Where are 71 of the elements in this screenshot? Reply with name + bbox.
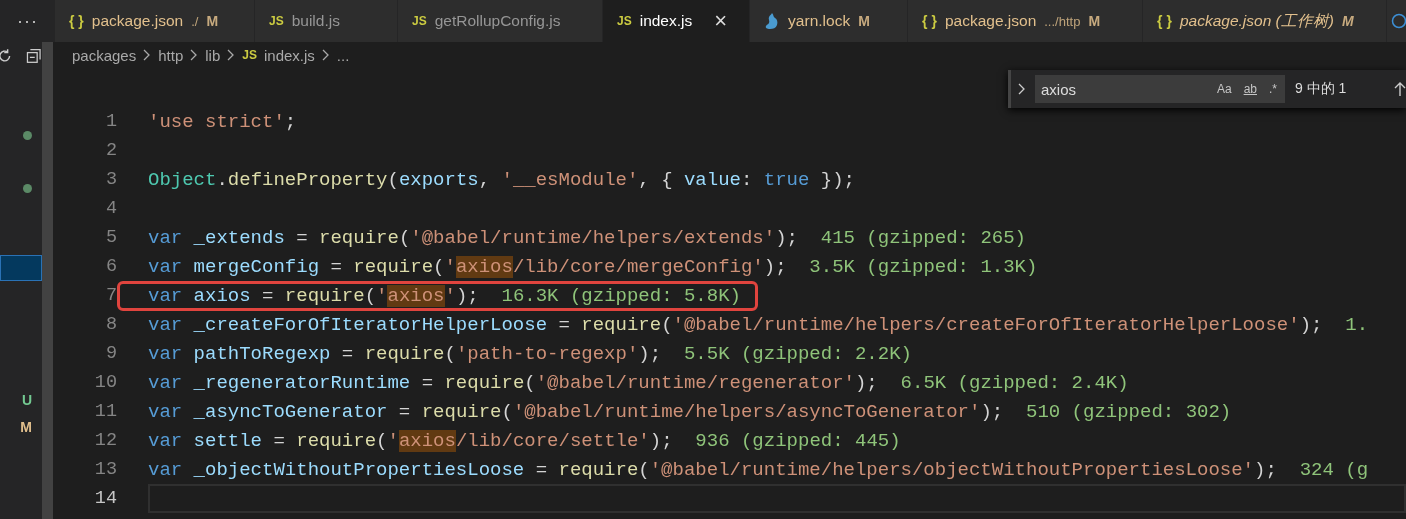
modified-letter: M: [1088, 13, 1101, 29]
code-line: var settle = require('axios/lib/core/settle'); 936 (gzipped: 445): [148, 429, 901, 452]
breadcrumb-item[interactable]: packages: [72, 46, 137, 64]
file-type-icon: { }: [1157, 13, 1172, 29]
tab-label: package.json: [91, 12, 184, 30]
file-type-icon: JS: [412, 14, 427, 28]
breadcrumb-item[interactable]: ...: [336, 46, 350, 64]
tab-label: package.json (工作树): [1179, 10, 1334, 31]
line-number: 4: [104, 198, 117, 219]
tab-label: package.json: [944, 12, 1037, 30]
editor-tab[interactable]: { } package.json .../http M: [908, 0, 1144, 42]
tab-label: yarn.lock: [788, 12, 851, 30]
arrow-up-icon[interactable]: [1394, 81, 1406, 97]
collapse-all-icon[interactable]: [26, 47, 42, 64]
find-option-toggle[interactable]: Aa: [1214, 81, 1234, 97]
code-line: 'use strict';: [148, 110, 297, 133]
modified-letter: M: [206, 13, 219, 29]
code-line: var pathToRegexp = require('path-to-regexp'); 5.5K (gzipped: 2.2K): [148, 342, 912, 365]
file-type-icon: { }: [69, 13, 84, 29]
code-line: var _extends = require('@babel/runtime/helpers/extends'); 415 (gzipped: 265): [148, 226, 1026, 249]
code-line: var _objectWithoutPropertiesLoose = require('@babel/runtime/helpers/objectWithoutPropertiesLoose'); 324 (g: [148, 458, 1369, 481]
git-status-letter: U: [21, 392, 32, 409]
line-number: 1: [104, 111, 117, 132]
modified-letter: M: [1341, 13, 1354, 29]
find-option-toggle[interactable]: ab: [1241, 81, 1259, 97]
editor-tab[interactable]: JS build.js: [255, 0, 398, 42]
more-actions-button[interactable]: ···: [17, 10, 38, 32]
modified-letter: M: [858, 13, 870, 29]
line-number: 11: [93, 401, 117, 422]
git-status-letter: M: [20, 418, 32, 435]
code-line: Object.defineProperty(exports, '__esModule', { value: true });: [148, 168, 855, 191]
code-line: var mergeConfig = require('axios/lib/core/mergeConfig'); 3.5K (gzipped: 1.3K): [148, 255, 1038, 278]
file-type-icon: JS: [269, 14, 284, 28]
close-icon[interactable]: ×: [714, 10, 728, 32]
tab-path: ./: [191, 13, 199, 29]
tab-label: getRollupConfig.js: [434, 12, 561, 30]
line-number: 2: [104, 140, 117, 161]
editor-tab[interactable]: { } package.json (工作树) M: [1143, 0, 1388, 42]
editor-tab[interactable]: yarn.lock M: [750, 0, 909, 42]
editor-tab[interactable]: { } package.json ./ M: [55, 0, 255, 42]
line-number: 10: [93, 372, 117, 393]
code-line: var axios = require('axios'); 16.3K (gzipped: 5.8K): [148, 284, 741, 307]
tab-label: index.js: [639, 12, 693, 30]
editor-tab[interactable]: JS index.js ×: [603, 0, 751, 42]
line-number: 7: [104, 285, 117, 306]
scrollbar[interactable]: [42, 42, 53, 519]
file-type-icon: { }: [922, 13, 937, 29]
file-type-icon: JS: [617, 14, 632, 28]
breadcrumb-item[interactable]: index.js: [263, 46, 315, 64]
tab-path: .../http: [1044, 13, 1081, 29]
line-number: 3: [104, 169, 117, 190]
line-number: 6: [104, 256, 117, 277]
file-type-icon: JS: [242, 48, 257, 62]
chevron-right-icon: [320, 48, 331, 62]
code-line: var _createForOfIteratorHelperLoose = require('@babel/runtime/helpers/createForOfIteratorHelperLoose'); 1.: [148, 313, 1369, 336]
breadcrumb-item[interactable]: http: [158, 46, 184, 64]
find-field[interactable]: axios Aa ab .*: [1035, 75, 1285, 103]
line-number: 14: [93, 488, 117, 509]
find-option-toggle[interactable]: .*: [1267, 81, 1279, 97]
line-number: 9: [104, 343, 117, 364]
line-number: 5: [104, 227, 117, 248]
line-number: 8: [104, 314, 117, 335]
tab-label: build.js: [291, 12, 340, 30]
line-number: 12: [93, 430, 117, 451]
breadcrumb-item[interactable]: lib: [205, 46, 221, 64]
editor-tab[interactable]: JS getRollupConfig.js: [398, 0, 603, 42]
line-number: 13: [93, 459, 117, 480]
match-count: 9 中的 1: [1295, 80, 1347, 98]
selected-row[interactable]: [0, 254, 42, 281]
code-line: var _asyncToGenerator = require('@babel/runtime/helpers/asyncToGenerator'); 510 (gzipped: 302): [148, 400, 1232, 423]
code-line: var _regeneratorRuntime = require('@babel/runtime/regenerator'); 6.5K (gzipped: 2.4K): [148, 371, 1129, 394]
